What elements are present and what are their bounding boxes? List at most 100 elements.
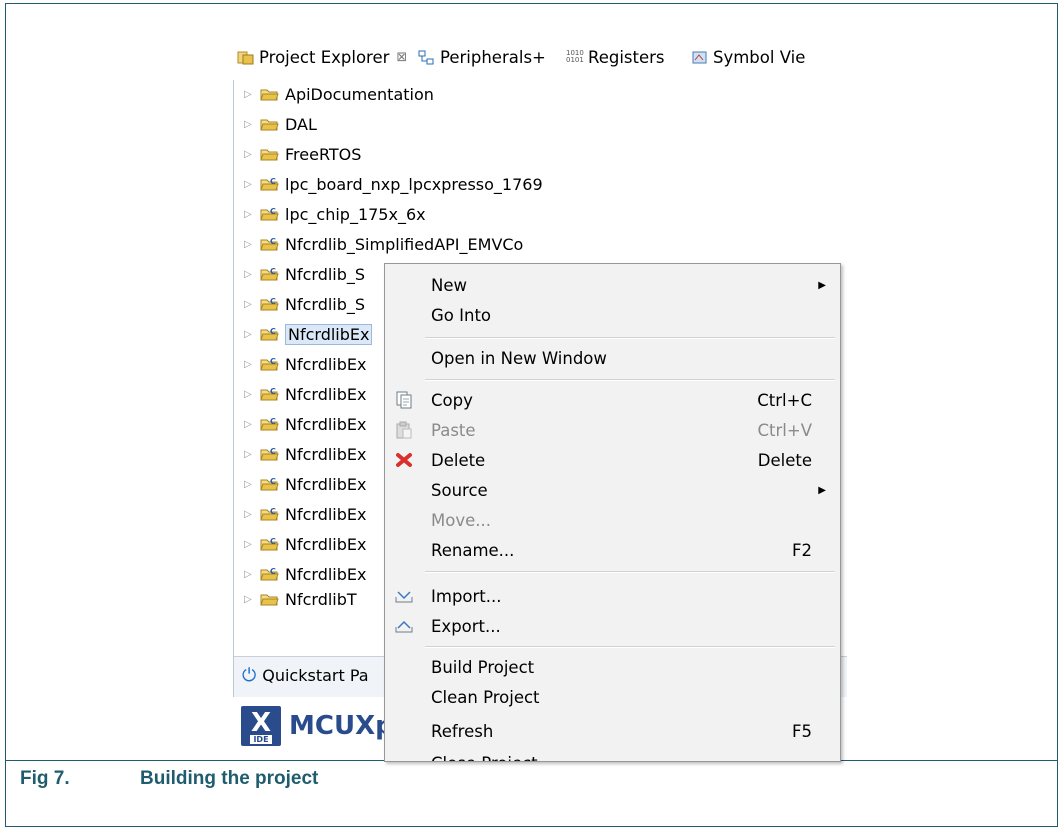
power-icon: ⏻	[242, 665, 257, 686]
project-folder-icon: C	[260, 387, 279, 402]
copy-icon	[393, 389, 415, 411]
expand-triangle-icon[interactable]: ▷	[244, 509, 260, 520]
menu-item-build-project[interactable]: Build Project	[385, 652, 840, 682]
expand-triangle-icon[interactable]: ▷	[244, 179, 260, 190]
tree-item[interactable]: ▷ C NfcrdlibEx	[244, 350, 366, 378]
menu-item-go-into[interactable]: Go Into	[385, 300, 840, 330]
tree-item[interactable]: ▷ C NfcrdlibEx	[244, 410, 366, 438]
figure-title: Building the project	[140, 768, 319, 789]
expand-triangle-icon[interactable]: ▷	[244, 119, 260, 130]
svg-text:C: C	[270, 567, 276, 576]
expand-triangle-icon[interactable]: ▷	[244, 149, 260, 160]
expand-triangle-icon[interactable]: ▷	[244, 594, 260, 605]
expand-triangle-icon[interactable]: ▷	[244, 269, 260, 280]
tab-project-explorer[interactable]: Project Explorer ⊠	[237, 44, 407, 70]
svg-text:C: C	[270, 237, 276, 246]
tree-item[interactable]: ▷ C NfcrdlibEx	[244, 530, 366, 558]
tree-item-selected[interactable]: ▷ C NfcrdlibEx	[244, 320, 373, 348]
menu-separator	[425, 571, 835, 573]
project-folder-icon: C	[260, 357, 279, 372]
tab-label: Symbol Vie	[713, 47, 806, 67]
tab-registers[interactable]: 1010 0101 Registers	[566, 44, 665, 70]
tree-item[interactable]: ▷ C NfcrdlibEx	[244, 440, 366, 468]
menu-item-open-new-window[interactable]: Open in New Window	[385, 343, 840, 373]
expand-triangle-icon[interactable]: ▷	[244, 299, 260, 310]
expand-triangle-icon[interactable]: ▷	[244, 329, 260, 340]
expand-triangle-icon[interactable]: ▷	[244, 389, 260, 400]
tree-item[interactable]: ▷ C NfcrdlibEx	[244, 560, 366, 588]
view-tab-bar: Project Explorer ⊠ Peripherals+ 1010 0101…	[233, 36, 847, 80]
menu-separator	[425, 337, 835, 339]
menu-item-new[interactable]: New ▶	[385, 270, 840, 300]
expand-triangle-icon[interactable]: ▷	[244, 419, 260, 430]
project-folder-icon: C	[260, 297, 279, 312]
menu-item-export[interactable]: Export...	[385, 611, 840, 641]
tree-item[interactable]: ▷ FreeRTOS	[244, 140, 361, 168]
expand-triangle-icon[interactable]: ▷	[244, 209, 260, 220]
project-folder-icon: C	[260, 477, 279, 492]
tree-item[interactable]: ▷ C Nfcrdlib_S	[244, 260, 365, 288]
svg-text:C: C	[270, 477, 276, 486]
tab-peripherals[interactable]: Peripherals+	[418, 44, 546, 70]
expand-triangle-icon[interactable]: ▷	[244, 569, 260, 580]
export-icon	[393, 615, 415, 637]
tree-item[interactable]: ▷ C Nfcrdlib_SimplifiedAPI_EMVCo	[244, 230, 523, 258]
symbol-viewer-icon	[691, 50, 708, 65]
tree-item[interactable]: ▷ DAL	[244, 110, 317, 138]
import-icon	[393, 585, 415, 607]
menu-item-close-project[interactable]: Close Project	[385, 748, 840, 762]
svg-text:C: C	[270, 357, 276, 366]
tree-item[interactable]: ▷ Clpc_chip_175x_6x	[244, 200, 426, 228]
svg-text:C: C	[270, 447, 276, 456]
peripherals-icon	[418, 50, 435, 65]
tree-item[interactable]: ▷ C NfcrdlibEx	[244, 500, 366, 528]
tab-symbol-viewer[interactable]: Symbol Vie	[691, 44, 805, 70]
project-folder-icon	[260, 592, 279, 607]
tree-item[interactable]: ▷ C Nfcrdlib_S	[244, 290, 365, 318]
figure-caption: Fig 7. Building the project	[20, 768, 318, 790]
menu-item-refresh[interactable]: Refresh F5	[385, 716, 840, 746]
menu-item-paste[interactable]: Paste Ctrl+V	[385, 415, 840, 445]
menu-item-move[interactable]: Move...	[385, 505, 840, 535]
expand-triangle-icon[interactable]: ▷	[244, 449, 260, 460]
project-folder-icon: C	[260, 207, 279, 222]
menu-item-clean-project[interactable]: Clean Project	[385, 682, 840, 712]
svg-text:C: C	[270, 177, 276, 186]
svg-text:C: C	[270, 207, 276, 216]
tree-item[interactable]: ▷ C NfcrdlibEx	[244, 470, 366, 498]
menu-separator	[425, 379, 835, 381]
tab-label: Peripherals+	[440, 47, 546, 67]
expand-triangle-icon[interactable]: ▷	[244, 239, 260, 250]
menu-item-import[interactable]: Import...	[385, 581, 840, 611]
tree-item[interactable]: ▷ ApiDocumentation	[244, 80, 434, 108]
paste-icon	[393, 419, 415, 441]
expand-triangle-icon[interactable]: ▷	[244, 539, 260, 550]
tree-item[interactable]: ▷ Clpc_board_nxp_lpcxpresso_1769	[244, 170, 543, 198]
project-folder-icon: C	[260, 177, 279, 192]
project-folder-icon: C	[260, 417, 279, 432]
project-folder-icon: C	[260, 537, 279, 552]
tab-label: Registers	[588, 47, 665, 67]
menu-item-copy[interactable]: Copy Ctrl+C	[385, 385, 840, 415]
folder-icon	[260, 117, 279, 132]
tree-item[interactable]: ▷ NfcrdlibT	[244, 590, 357, 608]
svg-text:C: C	[270, 537, 276, 546]
brand-text: MCUXp	[289, 711, 394, 741]
tree-item[interactable]: ▷ C NfcrdlibEx	[244, 380, 366, 408]
submenu-arrow-icon: ▶	[818, 279, 826, 291]
mcuxpresso-logo-icon: X IDE	[241, 706, 281, 746]
svg-text:C: C	[270, 417, 276, 426]
registers-icon: 1010 0101	[566, 48, 584, 64]
project-explorer-icon	[237, 50, 254, 65]
svg-text:C: C	[270, 327, 276, 336]
menu-item-source[interactable]: Source ▶	[385, 475, 840, 505]
menu-item-delete[interactable]: Delete Delete	[385, 445, 840, 475]
expand-triangle-icon[interactable]: ▷	[244, 479, 260, 490]
figure-number: Fig 7.	[20, 768, 70, 789]
menu-item-rename[interactable]: Rename... F2	[385, 535, 840, 565]
close-icon[interactable]: ⊠	[396, 50, 407, 65]
expand-triangle-icon[interactable]: ▷	[244, 359, 260, 370]
svg-text:C: C	[270, 297, 276, 306]
expand-triangle-icon[interactable]: ▷	[244, 89, 260, 100]
mcuxpresso-brand: X IDE MCUXp	[241, 706, 394, 746]
